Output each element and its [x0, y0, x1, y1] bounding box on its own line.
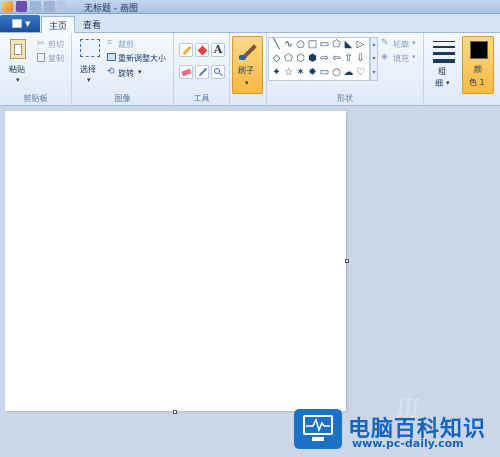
- copy-button[interactable]: 复制: [48, 53, 64, 64]
- chevron-down-icon[interactable]: ▾: [412, 39, 416, 47]
- select-button[interactable]: 选择: [80, 64, 96, 75]
- document-icon: [12, 19, 22, 28]
- chevron-down-icon[interactable]: ▾: [138, 68, 142, 76]
- crop-icon: ⌗: [107, 38, 113, 48]
- shape-item[interactable]: ☆: [283, 68, 294, 78]
- shape-item[interactable]: ✦: [271, 68, 282, 78]
- tab-home[interactable]: 主页: [41, 16, 76, 34]
- rotate-icon: ⟲: [107, 67, 115, 77]
- text-icon[interactable]: A: [211, 43, 225, 57]
- rotate-button[interactable]: 旋转: [118, 68, 134, 79]
- ribbon-tabs: ▼ 主页 查看: [0, 14, 500, 34]
- pencil-icon[interactable]: [179, 43, 193, 57]
- paint-menu-button[interactable]: ▼: [0, 15, 40, 32]
- shape-item[interactable]: ☁: [343, 68, 354, 78]
- save-icon[interactable]: [16, 1, 27, 12]
- shape-item[interactable]: ⬠: [331, 40, 342, 50]
- monitor-icon: [303, 415, 333, 435]
- watermark-logo: [294, 409, 342, 449]
- select-icon[interactable]: [80, 39, 100, 57]
- shape-item[interactable]: ▭: [319, 40, 330, 50]
- shape-item[interactable]: ⬢: [307, 54, 318, 64]
- outline-button[interactable]: 轮廓: [393, 39, 409, 50]
- brushes-label: 刷子: [238, 66, 254, 75]
- chevron-down-icon: ▼: [25, 20, 31, 28]
- title-bar: 无标题 - 画图: [0, 0, 500, 14]
- brushes-button[interactable]: 刷子 ▾: [232, 36, 263, 94]
- paste-button[interactable]: 粘贴: [9, 64, 25, 75]
- shape-item[interactable]: ⇩: [355, 54, 366, 64]
- chevron-down-icon: ▾: [446, 79, 450, 87]
- eraser-icon[interactable]: [179, 65, 193, 79]
- paste-icon[interactable]: [10, 39, 26, 59]
- image-group-label: 图像: [114, 94, 131, 103]
- shape-item[interactable]: ⇨: [319, 54, 330, 64]
- tools-group-label: 工具: [193, 94, 210, 103]
- chevron-down-icon[interactable]: ▾: [412, 53, 416, 61]
- shape-item[interactable]: ◇: [271, 54, 282, 64]
- color1-swatch: [470, 41, 488, 59]
- clipboard-group-label: 剪贴板: [23, 94, 48, 103]
- fill-shape-icon: ◈: [381, 52, 388, 62]
- tools-group: A 工具: [174, 33, 230, 106]
- cut-button[interactable]: 剪切: [48, 39, 64, 50]
- copy-icon: [37, 53, 45, 62]
- shape-item[interactable]: ∿: [283, 40, 294, 50]
- color1-button[interactable]: 颜 色 1: [462, 36, 494, 94]
- clipboard-group: 粘贴 ▾ ✂ 剪切 复制 剪贴板: [0, 33, 72, 106]
- image-group: 选择 ▾ ⌗ 裁剪 重新调整大小 ⟲ 旋转 ▾ 图像: [72, 33, 174, 106]
- watermark-url: www.pc-daily.com: [352, 437, 464, 450]
- color-picker-icon[interactable]: [195, 65, 209, 79]
- shape-item[interactable]: ▭: [319, 68, 330, 78]
- chevron-down-icon[interactable]: ▾: [16, 76, 20, 84]
- resize-icon: [107, 53, 116, 61]
- size-button[interactable]: 粗 细 ▾: [430, 38, 458, 94]
- shape-item[interactable]: ○: [331, 68, 342, 78]
- outline-icon: ✎: [381, 38, 389, 48]
- paint-app-icon[interactable]: [2, 1, 13, 12]
- shapes-scroll[interactable]: ▴ ▾ ▾: [370, 37, 378, 81]
- shapes-gallery[interactable]: ╲ ∿ ○ □ ▭ ⬠ ◣ ▷ ◇ ⬠ ⬡ ⬢ ⇨ ⇦ ⇧ ⇩ ✦ ☆ ✶ ✸ …: [268, 37, 370, 81]
- chevron-down-icon: ▾: [245, 79, 249, 87]
- shape-item[interactable]: ⬠: [283, 54, 294, 64]
- tab-view[interactable]: 查看: [76, 16, 108, 34]
- magnifier-icon[interactable]: [211, 65, 225, 79]
- fill-button[interactable]: 填充: [393, 53, 409, 64]
- window-title: 无标题 - 画图: [84, 4, 138, 14]
- scissors-icon: ✂: [37, 39, 45, 49]
- quick-access-toolbar: [2, 1, 66, 12]
- shape-item[interactable]: ◣: [343, 40, 354, 50]
- undo-icon[interactable]: [30, 1, 41, 12]
- ribbon: 粘贴 ▾ ✂ 剪切 复制 剪贴板 选择 ▾ ⌗ 裁剪 重新调整大小 ⟲ 旋转 ▾…: [0, 33, 500, 106]
- resize-handle-right[interactable]: [345, 259, 349, 263]
- pulse-icon: [306, 417, 330, 433]
- size-label-top: 粗: [438, 67, 446, 76]
- shape-item[interactable]: ⇧: [343, 54, 354, 64]
- size-label-bottom: 细: [435, 79, 443, 88]
- shape-item[interactable]: □: [307, 40, 318, 50]
- monitor-stand: [312, 437, 324, 441]
- color1-label-bottom: 色 1: [469, 78, 485, 87]
- brush-icon: [238, 41, 258, 61]
- resize-button[interactable]: 重新调整大小: [118, 53, 166, 64]
- shape-item[interactable]: ○: [295, 40, 306, 50]
- redo-icon[interactable]: [44, 1, 55, 12]
- chevron-down-icon[interactable]: ▾: [87, 76, 91, 84]
- shape-item[interactable]: ▷: [355, 40, 366, 50]
- shape-item[interactable]: ✸: [307, 68, 318, 78]
- color1-label-top: 颜: [474, 65, 482, 74]
- drawing-canvas[interactable]: [5, 111, 346, 411]
- shape-item[interactable]: ⬡: [295, 54, 306, 64]
- fill-icon[interactable]: [195, 43, 209, 57]
- shape-item[interactable]: ⇦: [331, 54, 342, 64]
- shapes-group-label: 形状: [337, 94, 353, 103]
- resize-handle-bottom[interactable]: [173, 410, 177, 414]
- crop-button[interactable]: 裁剪: [118, 39, 134, 50]
- shape-item[interactable]: ╲: [271, 40, 282, 50]
- shape-item[interactable]: ♡: [355, 68, 366, 78]
- shape-item[interactable]: ✶: [295, 68, 306, 78]
- customize-qat-icon[interactable]: [58, 1, 66, 12]
